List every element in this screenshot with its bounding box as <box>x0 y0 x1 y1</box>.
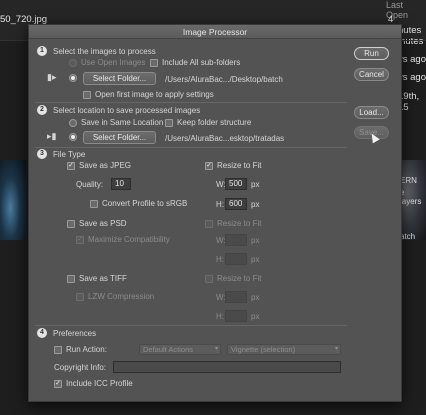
keep-folder-structure-label: Keep folder structure <box>177 118 252 127</box>
section-divider-2 <box>35 147 347 148</box>
include-icc-profile-checkbox[interactable]: ✓ <box>54 380 62 388</box>
include-subfolders-label: Include All sub-folders <box>162 58 241 67</box>
open-first-image-label: Open first image to apply settings <box>95 90 214 99</box>
run-action-label: Run Action: <box>66 345 107 354</box>
background-time-3: ys ago <box>398 54 426 65</box>
jpeg-width-input[interactable]: 500 <box>225 178 247 190</box>
resize-to-fit-jpeg-label: Resize to Fit <box>217 161 262 170</box>
lzw-compression-checkbox[interactable] <box>76 293 84 301</box>
psd-height-unit: px <box>251 255 260 264</box>
save-same-location-radio[interactable] <box>69 119 77 127</box>
jpeg-height-label: H: <box>216 200 224 209</box>
copyright-info-input[interactable] <box>113 361 341 373</box>
action-caret-icon: ▾ <box>334 346 338 352</box>
dialog-title: Image Processor <box>29 25 401 39</box>
psd-width-input[interactable] <box>225 234 247 246</box>
tiff-width-unit: px <box>251 293 260 302</box>
save-as-psd-checkbox[interactable] <box>67 220 75 228</box>
save-same-location-label: Save in Same Location <box>81 118 164 127</box>
folder-input-icon: ▮▸ <box>47 72 57 82</box>
section-divider-3 <box>35 325 347 326</box>
select-destination-folder-button[interactable]: Select Folder... <box>83 131 156 144</box>
jpeg-width-unit: px <box>251 180 260 189</box>
save-as-psd-label: Save as PSD <box>79 219 127 228</box>
select-folder-radio[interactable] <box>69 74 77 82</box>
section-4-header: Preferences <box>53 329 97 338</box>
resize-to-fit-tiff-checkbox[interactable] <box>205 275 213 283</box>
action-set-value: Default Actions <box>143 345 194 354</box>
section-1-header: Select the images to process <box>53 47 156 56</box>
include-icc-profile-label: Include ICC Profile <box>66 379 133 388</box>
save-as-jpeg-label: Save as JPEG <box>79 161 132 170</box>
folder-output-icon: ▸▮ <box>47 131 57 141</box>
section-2-number: 2 <box>37 105 47 115</box>
tiff-height-input[interactable] <box>225 310 247 322</box>
include-subfolders-checkbox[interactable] <box>150 59 158 67</box>
action-value: Vignette (selection) <box>231 345 296 354</box>
keep-folder-structure-checkbox[interactable] <box>165 119 173 127</box>
cancel-button[interactable]: Cancel <box>354 68 389 81</box>
background-time-5: 19th, 15 <box>398 91 420 113</box>
copyright-info-label: Copyright Info: <box>54 363 107 372</box>
quality-input[interactable]: 10 <box>111 178 131 190</box>
background-thumb-text-1: ERN <box>400 176 417 185</box>
select-destination-radio[interactable] <box>69 133 77 141</box>
background-time-4: ys ago <box>398 72 426 83</box>
load-button[interactable]: Load... <box>354 106 389 119</box>
resize-to-fit-psd-label: Resize to Fit <box>217 219 262 228</box>
section-3-header: File Type <box>53 150 86 159</box>
save-as-tiff-label: Save as TIFF <box>79 274 127 283</box>
resize-to-fit-tiff-label: Resize to Fit <box>217 274 262 283</box>
section-3-number: 3 <box>37 149 47 159</box>
psd-height-input[interactable] <box>225 253 247 265</box>
section-divider-1 <box>35 102 347 103</box>
convert-srgb-label: Convert Profile to sRGB <box>102 199 188 208</box>
tiff-width-input[interactable] <box>225 291 247 303</box>
open-first-image-checkbox[interactable] <box>83 91 91 99</box>
jpeg-height-input[interactable]: 600 <box>225 198 247 210</box>
jpeg-height-unit: px <box>251 200 260 209</box>
maximize-compatibility-label: Maximize Compatibility <box>88 235 170 244</box>
save-as-jpeg-checkbox[interactable]: ✓ <box>67 162 75 170</box>
convert-srgb-checkbox[interactable] <box>90 200 98 208</box>
section-2-header: Select location to save processed images <box>53 106 201 115</box>
use-open-images-radio[interactable] <box>69 59 77 67</box>
tiff-height-unit: px <box>251 312 260 321</box>
lzw-compression-label: LZW Compression <box>88 292 155 301</box>
psd-width-unit: px <box>251 236 260 245</box>
resize-to-fit-psd-checkbox[interactable] <box>205 220 213 228</box>
quality-label: Quality: <box>76 180 104 189</box>
maximize-compatibility-checkbox[interactable]: ✓ <box>76 236 84 244</box>
resize-to-fit-jpeg-checkbox[interactable]: ✓ <box>205 162 213 170</box>
destination-folder-path: /Users/AluraBac...esktop/tratadas <box>165 134 285 143</box>
image-processor-dialog: Image Processor Run Cancel Load... Save.… <box>28 24 402 402</box>
run-button[interactable]: Run <box>354 47 389 60</box>
background-thumbnail-left <box>0 160 26 240</box>
action-set-caret-icon: ▾ <box>214 346 218 352</box>
psd-height-label: H: <box>216 255 224 264</box>
select-source-folder-button[interactable]: Select Folder... <box>83 72 156 85</box>
background-thumb-text-2: e layers <box>400 188 422 206</box>
use-open-images-label: Use Open Images <box>81 58 146 67</box>
action-select[interactable]: Vignette (selection) ▾ <box>227 344 341 355</box>
action-set-select[interactable]: Default Actions ▾ <box>139 344 221 355</box>
source-folder-path: /Users/AluraBac.../Desktop/batch <box>165 75 283 84</box>
run-action-checkbox[interactable] <box>54 346 62 354</box>
tiff-height-label: H: <box>216 312 224 321</box>
section-1-number: 1 <box>37 46 47 56</box>
background-thumb-text-3: atch <box>400 232 416 241</box>
section-4-number: 4 <box>37 328 47 338</box>
save-as-tiff-checkbox[interactable] <box>67 275 75 283</box>
